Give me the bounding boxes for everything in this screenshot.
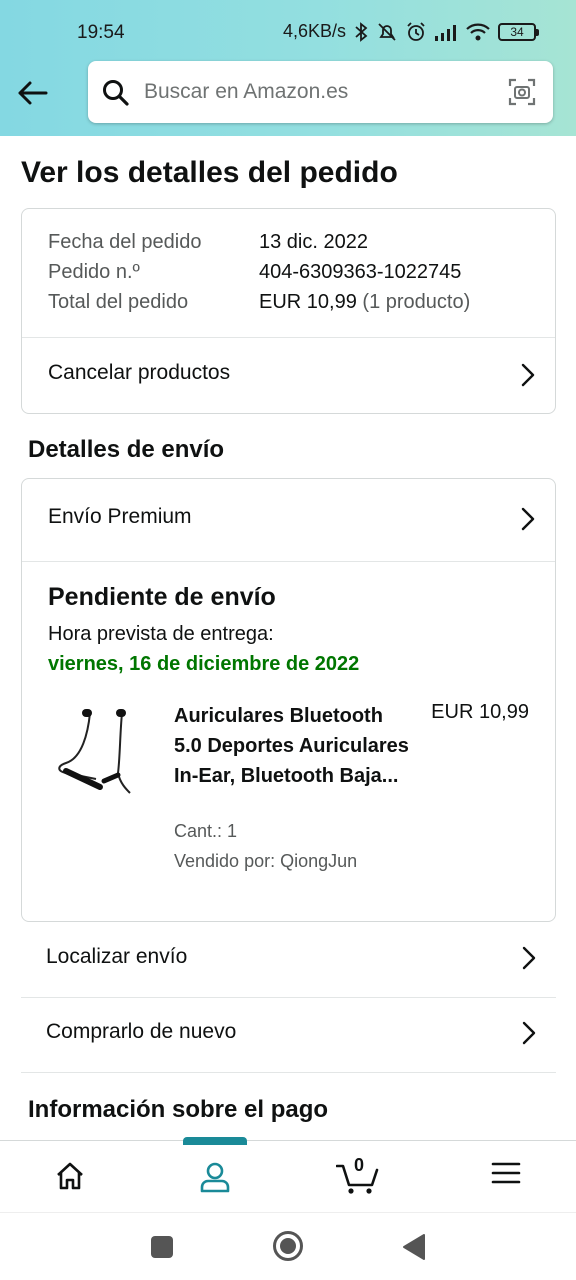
order-summary-card: Fecha del pedido 13 dic. 2022 Pedido n.º… (21, 208, 556, 414)
divider (22, 337, 555, 338)
back-arrow-icon[interactable] (16, 76, 50, 110)
nav-cart[interactable]: 0 (308, 1141, 408, 1213)
order-date-value: 13 dic. 2022 (259, 231, 368, 253)
search-input[interactable] (144, 75, 484, 109)
product-image[interactable] (52, 703, 142, 803)
order-date-label: Fecha del pedido (48, 231, 202, 253)
chevron-right-icon (522, 946, 536, 975)
product-seller: Vendido por: QiongJun (174, 851, 358, 871)
order-total: EUR 10,99 (1 producto) (259, 291, 470, 314)
product-price: EUR 10,99 (431, 701, 529, 723)
track-shipment-button[interactable]: Localizar envío (21, 922, 556, 997)
nav-menu[interactable] (456, 1141, 556, 1213)
home-icon (57, 1162, 83, 1190)
eta-label: Hora prevista de entrega: (48, 623, 274, 645)
back-button-icon[interactable] (402, 1233, 426, 1266)
order-number-value: 404-6309363-1022745 (259, 261, 462, 283)
order-total-label: Total del pedido (48, 291, 189, 313)
mute-bell-icon (376, 22, 398, 42)
bluetooth-icon (354, 21, 368, 42)
cancel-products-label: Cancelar productos (48, 361, 231, 384)
status-bar: 19:54 4,6KB/s 34 (0, 0, 576, 64)
buy-again-label: Comprarlo de nuevo (46, 1020, 237, 1043)
page-title: Ver los detalles del pedido (21, 156, 398, 189)
camera-scan-icon[interactable] (507, 77, 537, 112)
signal-icon (434, 23, 458, 41)
cancel-products-button[interactable]: Cancelar productos (22, 339, 555, 413)
status-icons: 4,6KB/s 34 (282, 21, 539, 42)
shipping-method-button[interactable]: Envío Premium (22, 483, 555, 557)
recent-apps-icon[interactable] (150, 1235, 174, 1264)
order-number-label: Pedido n.º (48, 261, 140, 283)
alarm-icon (406, 21, 426, 42)
bottom-navigation: 0 (0, 1137, 576, 1213)
track-shipment-label: Localizar envío (46, 945, 188, 968)
chevron-right-icon (522, 1021, 536, 1050)
network-speed: 4,6KB/s (282, 21, 346, 41)
menu-icon (491, 1162, 521, 1184)
divider (22, 561, 555, 562)
buy-again-button[interactable]: Comprarlo de nuevo (21, 997, 556, 1072)
product-quantity: Cant.: 1 (174, 821, 238, 841)
shipping-method-label: Envío Premium (48, 505, 192, 528)
nav-account[interactable] (165, 1141, 265, 1213)
eta-date: viernes, 16 de diciembre de 2022 (48, 653, 360, 675)
app-header: 19:54 4,6KB/s 34 (0, 0, 576, 136)
user-icon (200, 1162, 230, 1193)
shipping-section-title: Detalles de envío (28, 436, 225, 463)
order-total-value: EUR 10,99 (259, 291, 357, 313)
nav-home[interactable] (20, 1141, 120, 1213)
search-icon (102, 79, 130, 112)
product-title[interactable]: Auriculares Bluetooth 5.0 Deportes Auric… (174, 701, 410, 791)
shipping-details-card: Envío Premium Pendiente de envío Hora pr… (21, 478, 556, 922)
status-time: 19:54 (77, 22, 125, 43)
search-bar[interactable] (88, 61, 553, 123)
battery-indicator: 34 (498, 22, 539, 41)
wifi-icon (466, 23, 490, 41)
divider (21, 1072, 556, 1073)
cart-icon (336, 1164, 379, 1194)
shipment-status: Pendiente de envío (48, 583, 276, 611)
order-total-count: (1 producto) (362, 291, 471, 313)
payment-section-title: Información sobre el pago (28, 1096, 329, 1123)
chevron-right-icon (521, 363, 535, 392)
home-button-icon[interactable] (272, 1230, 304, 1267)
chevron-right-icon (521, 507, 535, 536)
system-navigation-bar (0, 1212, 576, 1280)
